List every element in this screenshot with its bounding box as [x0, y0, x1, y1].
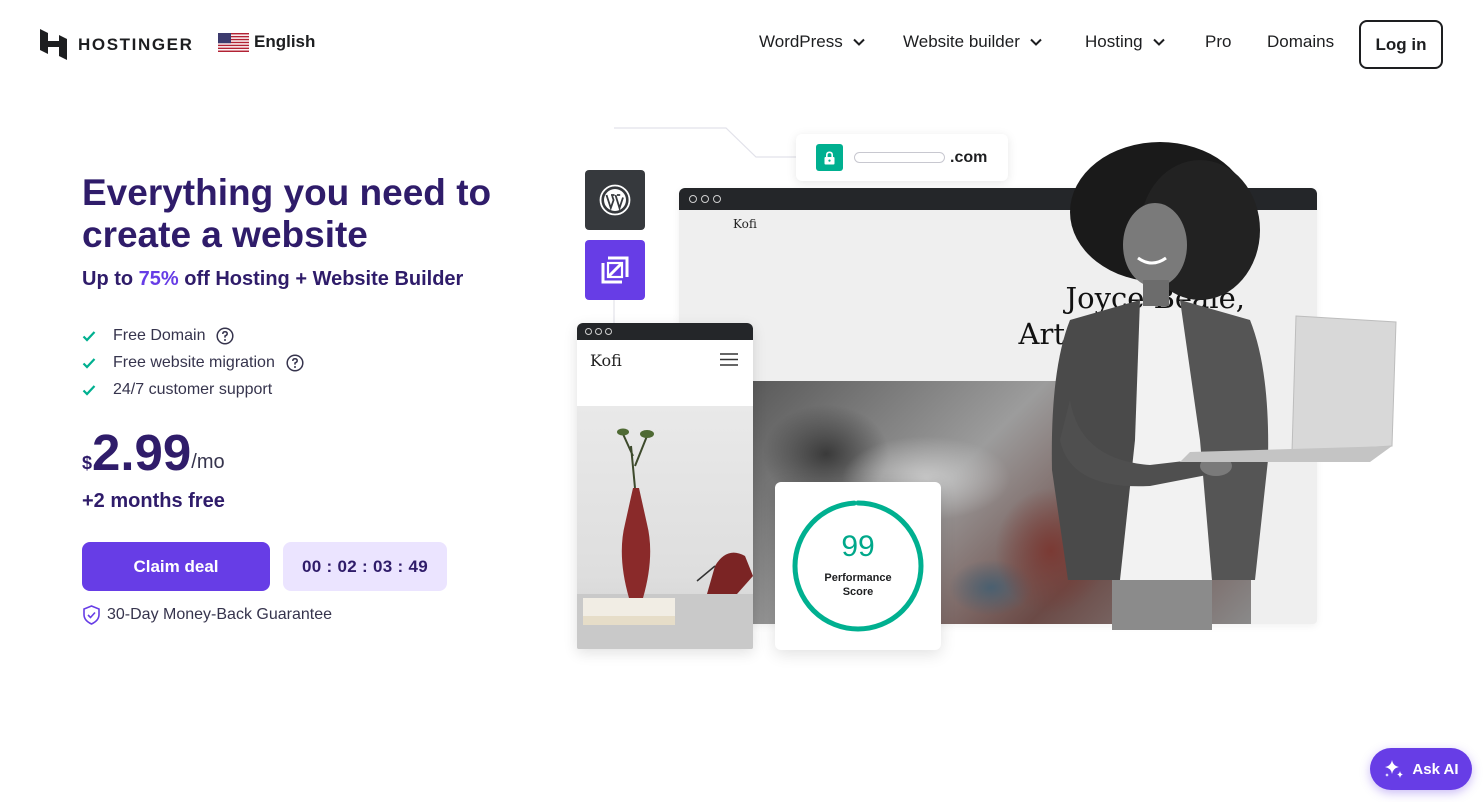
vase-photo	[577, 406, 753, 649]
wordpress-tile	[585, 170, 645, 230]
feature-item: Free Domain	[82, 322, 304, 349]
url-tld: .com	[950, 148, 988, 166]
chevron-down-icon	[1030, 38, 1042, 46]
check-icon	[82, 357, 96, 369]
shield-check-icon	[83, 605, 100, 625]
ask-ai-label: Ask AI	[1412, 760, 1459, 778]
mobile-preview-window: Kofi	[577, 323, 753, 649]
check-icon	[82, 384, 96, 396]
nav-item-pro[interactable]: Pro	[1205, 32, 1231, 52]
website-builder-tile	[585, 240, 645, 300]
sparkle-icon	[1385, 760, 1404, 778]
nav-item-wordpress[interactable]: WordPress	[759, 32, 865, 52]
label-line: Performance	[824, 572, 892, 584]
hero-subtitle: Up to 75% off Hosting + Website Builder	[82, 268, 463, 291]
feature-label: Free website migration	[113, 353, 275, 371]
hamburger-menu-icon	[720, 353, 738, 366]
chevron-down-icon	[853, 38, 865, 46]
woman-with-laptop-photo	[1051, 142, 1397, 630]
url-field	[854, 152, 945, 163]
ask-ai-button[interactable]: Ask AI	[1370, 748, 1472, 790]
language-label: English	[254, 32, 316, 51]
vase-illustration	[577, 428, 753, 649]
nav-label: WordPress	[759, 32, 843, 51]
language-selector[interactable]: English	[218, 32, 315, 52]
desktop-site-brand: Kofi	[733, 217, 757, 231]
bonus-months: +2 months free	[82, 490, 225, 512]
lock-icon	[816, 144, 843, 171]
price: $ 2.99 /mo	[82, 424, 225, 482]
window-dot	[605, 328, 612, 335]
nav-item-domains[interactable]: Domains	[1267, 32, 1334, 52]
feature-list: Free Domain Free website migration 24/7 …	[82, 322, 304, 403]
price-period: /mo	[191, 451, 225, 473]
performance-score-value: 99	[841, 530, 875, 563]
website-builder-icon	[601, 256, 629, 284]
label-line: Score	[842, 586, 874, 598]
mobile-site-brand: Kofi	[590, 351, 622, 370]
guarantee-label: 30-Day Money-Back Guarantee	[107, 606, 332, 623]
nav-item-website-builder[interactable]: Website builder	[903, 32, 1042, 52]
feature-item: Free website migration	[82, 349, 304, 376]
window-titlebar	[577, 323, 753, 340]
claim-deal-button[interactable]: Claim deal	[82, 542, 270, 591]
feature-label: Free Domain	[113, 326, 206, 344]
hostinger-logo-icon	[40, 29, 67, 60]
window-dot	[595, 328, 602, 335]
login-button[interactable]: Log in	[1359, 20, 1443, 69]
help-circle-icon[interactable]	[286, 353, 304, 372]
nav-item-hosting[interactable]: Hosting	[1085, 32, 1165, 52]
window-dot	[713, 195, 721, 203]
price-currency: $	[82, 453, 93, 473]
subtitle-suffix: off Hosting + Website Builder	[178, 268, 464, 290]
window-dot	[701, 195, 709, 203]
money-back-guarantee: 30-Day Money-Back Guarantee	[82, 605, 332, 625]
nav-label: Website builder	[903, 32, 1020, 51]
hostinger-logo[interactable]: HOSTINGER	[40, 29, 193, 60]
us-flag-icon	[218, 32, 249, 52]
countdown-timer: 00 : 02 : 03 : 49	[283, 542, 447, 591]
nav-label: Pro	[1205, 32, 1232, 51]
nav-label: Hosting	[1085, 32, 1143, 51]
window-dot	[689, 195, 697, 203]
nav-label: Domains	[1267, 32, 1335, 51]
logo-text: HOSTINGER	[78, 34, 194, 54]
performance-score-label: Performance Score	[808, 571, 908, 599]
price-amount: 2.99	[92, 424, 192, 481]
performance-arc	[792, 500, 924, 632]
wordpress-icon	[599, 184, 631, 216]
hero-title: Everything you need to create a website	[82, 172, 492, 255]
help-circle-icon[interactable]	[216, 326, 235, 345]
feature-item: 24/7 customer support	[82, 376, 304, 403]
performance-ring	[792, 500, 924, 632]
discount-percent: 75%	[138, 268, 179, 290]
chevron-down-icon	[1152, 38, 1165, 46]
window-dot	[585, 328, 592, 335]
performance-score-card: 99 Performance Score	[775, 482, 941, 650]
domain-url-bar: .com	[796, 134, 1008, 181]
check-icon	[82, 330, 96, 342]
feature-label: 24/7 customer support	[113, 380, 273, 398]
subtitle-prefix: Up to	[82, 268, 139, 290]
